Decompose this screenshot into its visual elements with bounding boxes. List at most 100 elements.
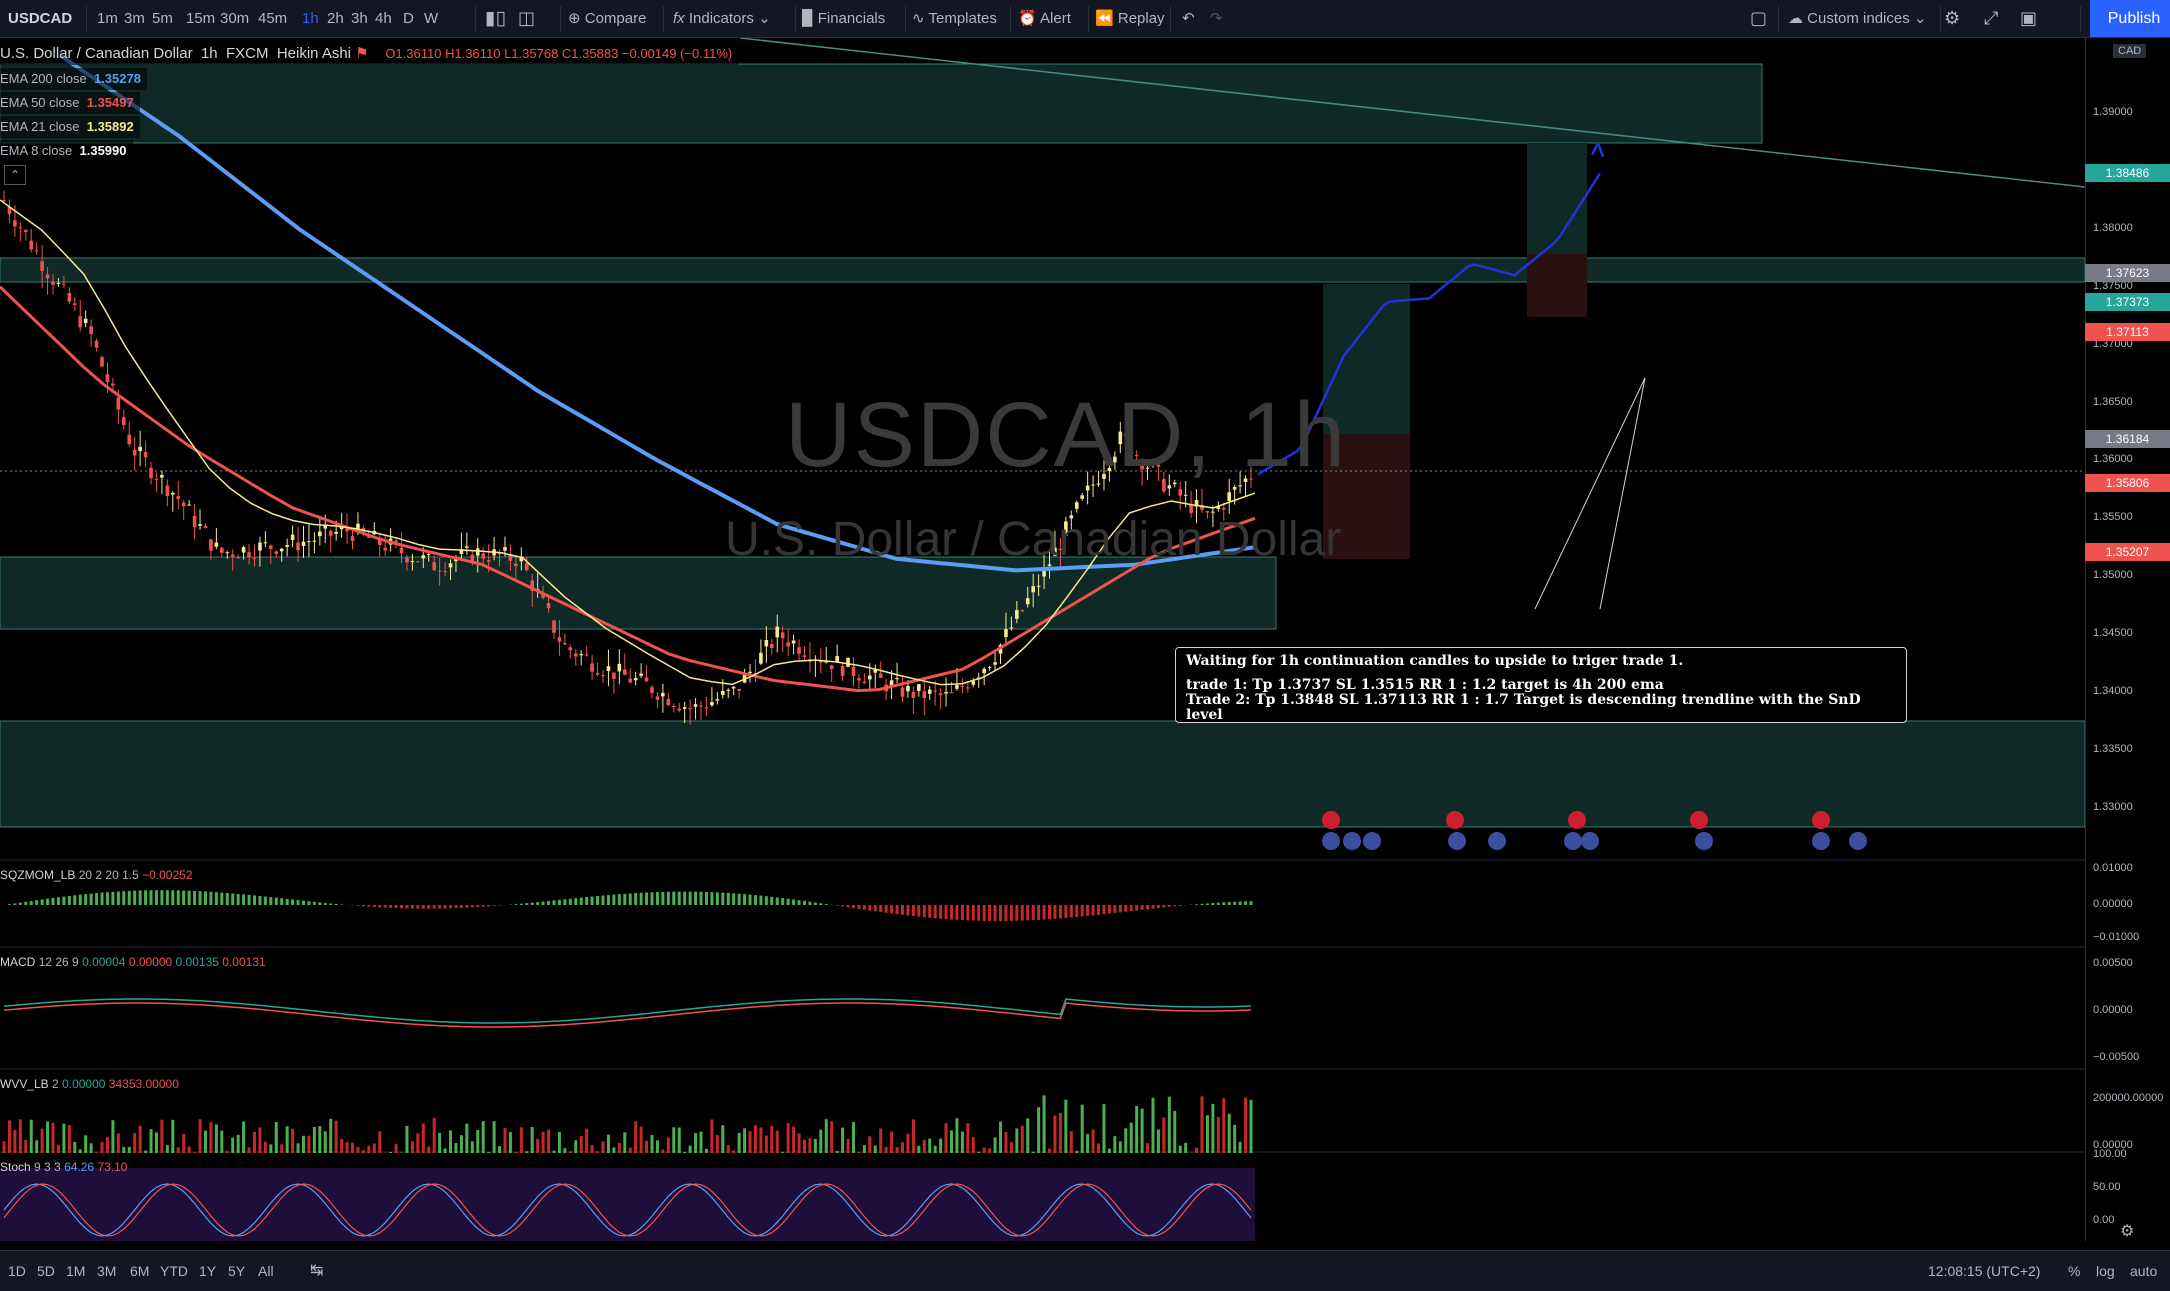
range-1Y[interactable]: 1Y	[199, 1251, 216, 1291]
auto-toggle[interactable]: auto	[2130, 1251, 2157, 1291]
publish-button[interactable]: Publish	[2090, 0, 2170, 37]
chart-area[interactable]: USDCAD, 1h U.S. Dollar / Canadian Dollar…	[0, 38, 2085, 1282]
candle-style-icon[interactable]: ▮▯	[485, 0, 506, 37]
candle-body	[840, 665, 845, 676]
sqz-bar	[62, 896, 66, 905]
fullscreen-icon[interactable]: ⤢	[1984, 0, 1998, 37]
wvv-legend[interactable]: WVV_LB 2 0.00000 34353.00000	[0, 1077, 179, 1091]
demand-zone-low	[0, 720, 2085, 828]
candle-body	[927, 689, 932, 694]
sqz-bar	[378, 905, 382, 908]
range-3M[interactable]: 3M	[97, 1251, 116, 1291]
interval-3h[interactable]: 3h	[351, 0, 368, 37]
replay-button[interactable]: ⏪ Replay	[1095, 0, 1165, 37]
redo-icon[interactable]: ↷	[1210, 0, 1223, 37]
price-tick: 1.33000	[2093, 800, 2133, 813]
sqz-bar	[879, 905, 883, 913]
interval-30m[interactable]: 30m	[220, 0, 249, 37]
wvv-bar	[694, 1133, 698, 1153]
stoch-legend[interactable]: Stoch 9 3 3 64.26 73.10	[0, 1160, 127, 1174]
sqz-bar	[655, 892, 659, 905]
candle-body	[410, 561, 415, 563]
range-5Y[interactable]: 5Y	[228, 1251, 245, 1291]
log-toggle[interactable]: log	[2096, 1251, 2115, 1291]
ohlc-values: O1.36110 H1.36110 L1.35768 C1.35883 −0.0…	[385, 46, 733, 61]
goto-date-icon[interactable]: ↹	[310, 1251, 323, 1291]
trade2-stop-box	[1527, 254, 1587, 317]
indicators-button[interactable]: fx Indicators ⌄	[673, 0, 771, 37]
percent-toggle[interactable]: %	[2068, 1251, 2080, 1291]
bars-icon[interactable]: ◫	[518, 0, 535, 37]
wvv-bar	[781, 1151, 785, 1153]
range-6M[interactable]: 6M	[130, 1251, 149, 1291]
interval-15m[interactable]: 15m	[186, 0, 215, 37]
function-icon: fx	[673, 10, 685, 27]
wvv-bar	[144, 1150, 148, 1153]
wvv-bar	[890, 1131, 894, 1153]
collapse-legend-icon[interactable]: ⌃	[4, 165, 26, 185]
interval-5m[interactable]: 5m	[152, 0, 173, 37]
sqzmom-legend[interactable]: SQZMOM_LB 20 2 20 1.5 −0.00252	[0, 868, 193, 882]
wvv-bar	[231, 1137, 235, 1153]
range-All[interactable]: All	[258, 1251, 274, 1291]
range-1D[interactable]: 1D	[8, 1251, 26, 1291]
alert-button[interactable]: ⏰ Alert	[1018, 0, 1071, 37]
layout-icon[interactable]: ▢	[1750, 0, 1767, 37]
templates-button[interactable]: ∿ Templates	[912, 0, 997, 37]
wvv-bar	[220, 1130, 224, 1153]
candle-body	[726, 689, 731, 691]
camera-icon[interactable]: ▣	[2020, 0, 2037, 37]
sqz-bar	[340, 904, 344, 905]
wvv-bar	[623, 1132, 627, 1153]
axis-settings-icon[interactable]: ⚙	[2120, 1221, 2134, 1241]
sqz-bar	[960, 905, 964, 921]
interval-2h[interactable]: 2h	[327, 0, 344, 37]
legend-ema200[interactable]: EMA 200 close 1.35278	[0, 68, 147, 90]
interval-1h[interactable]: 1h	[302, 0, 319, 37]
candle-body	[628, 678, 633, 683]
interval-1m[interactable]: 1m	[97, 0, 118, 37]
candle-body	[127, 434, 132, 445]
candle-body	[1221, 507, 1226, 510]
sqz-bar	[683, 891, 687, 905]
wvv-bar	[519, 1127, 523, 1153]
sqz-bar	[519, 903, 523, 905]
candle-body	[301, 541, 306, 546]
projection-arrow-icon	[1590, 142, 1605, 158]
candle-body	[764, 639, 769, 647]
macd-legend[interactable]: MACD 12 26 9 0.00004 0.00000 0.00135 0.0…	[0, 955, 266, 969]
candle-body	[247, 552, 251, 558]
interval-W[interactable]: W	[424, 0, 438, 37]
interval-D[interactable]: D	[403, 0, 414, 37]
financials-button[interactable]: ▉ Financials	[802, 0, 885, 37]
event-flag-icon	[1812, 811, 1830, 829]
flag-icon[interactable]: ⚑	[355, 45, 368, 62]
wvv-bar	[1238, 1141, 1242, 1153]
legend-ema8[interactable]: EMA 8 close 1.35990	[0, 140, 133, 162]
legend-ema21[interactable]: EMA 21 close 1.35892	[0, 116, 140, 138]
wvv-bar	[100, 1142, 104, 1153]
candle-body	[1074, 502, 1079, 509]
range-YTD[interactable]: YTD	[160, 1251, 188, 1291]
sqz-bar	[367, 905, 371, 907]
wvv-bar	[105, 1137, 109, 1153]
range-1M[interactable]: 1M	[66, 1251, 85, 1291]
interval-45m[interactable]: 45m	[258, 0, 287, 37]
sqz-bar	[993, 905, 997, 922]
symbol-search[interactable]: USDCAD	[8, 0, 72, 37]
candle-body	[633, 678, 638, 681]
candle-body	[699, 705, 703, 707]
interval-4h[interactable]: 4h	[375, 0, 392, 37]
candle-body	[960, 685, 965, 687]
wvv-bar	[1102, 1104, 1106, 1153]
custom-indices-button[interactable]: ☁ Custom indices ⌄	[1788, 0, 1926, 37]
wvv-bar	[1064, 1099, 1068, 1153]
compare-button[interactable]: ⊕ Compare	[568, 0, 646, 37]
undo-icon[interactable]: ↶	[1182, 0, 1195, 37]
interval-3m[interactable]: 3m	[124, 0, 145, 37]
range-5D[interactable]: 5D	[37, 1251, 55, 1291]
legend-ema50[interactable]: EMA 50 close 1.35497	[0, 92, 140, 114]
price-label: 1.37623	[2085, 263, 2170, 282]
wvv-bar	[1080, 1104, 1084, 1153]
settings-icon[interactable]: ⚙	[1944, 0, 1960, 37]
